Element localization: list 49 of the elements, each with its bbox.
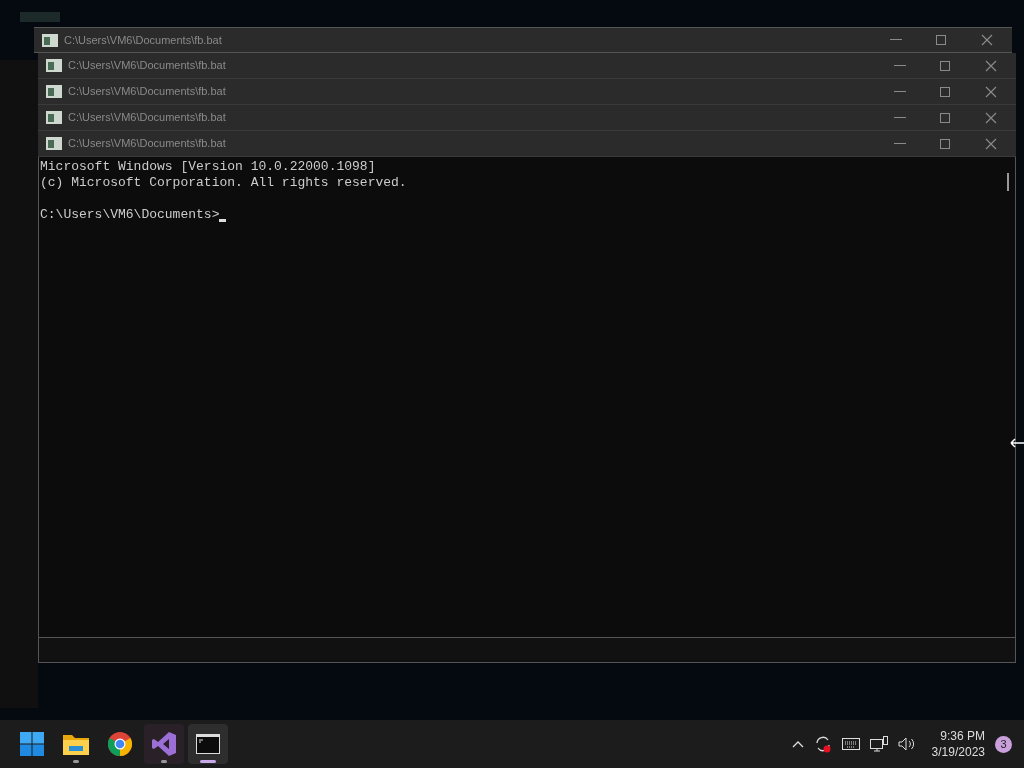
console-icon xyxy=(46,85,62,98)
maximize-icon xyxy=(940,86,950,97)
studio-icon xyxy=(152,732,176,756)
browser-icon xyxy=(108,732,132,756)
console-icon xyxy=(196,734,220,754)
windows-logo-icon xyxy=(20,732,44,756)
maximize-icon xyxy=(940,112,950,123)
close-icon xyxy=(985,85,997,98)
taskbar-app[interactable] xyxy=(188,724,228,764)
window-title: C:\Users\VM6\Documents\fb.bat xyxy=(68,58,226,74)
window-title: C:\Users\VM6\Documents\fb.bat xyxy=(68,110,226,126)
cursor-icon xyxy=(219,219,227,222)
console-icon xyxy=(46,111,62,124)
console-line: Microsoft Windows [Version 10.0.22000.1098] xyxy=(40,159,376,174)
console-icon xyxy=(42,33,58,47)
close-icon xyxy=(985,111,997,124)
network-icon[interactable] xyxy=(869,736,888,752)
keyboard-icon[interactable] xyxy=(841,738,860,750)
running-indicator xyxy=(161,760,167,763)
running-indicator xyxy=(73,760,79,763)
maximize-icon xyxy=(940,60,950,71)
console-icon xyxy=(46,59,62,72)
speaker-icon[interactable] xyxy=(897,737,916,751)
sync-icon[interactable] xyxy=(813,735,832,753)
close-icon xyxy=(981,34,993,46)
folder-icon xyxy=(63,733,89,755)
resize-cursor-icon xyxy=(1010,438,1024,448)
minimize-icon xyxy=(894,64,906,67)
minimize-icon xyxy=(894,142,906,145)
scrollbar-thumb[interactable] xyxy=(1007,173,1009,191)
window-title: C:\Users\VM6\Documents\fb.bat xyxy=(64,32,222,48)
background-window xyxy=(20,12,60,22)
console-line: (c) Microsoft Corporation. All rights reserved. xyxy=(40,175,407,190)
window-title: C:\Users\VM6\Documents\fb.bat xyxy=(68,84,226,100)
minimize-icon xyxy=(894,116,906,119)
clock-date[interactable]: 3/19/2023 xyxy=(931,744,985,760)
minimize-icon xyxy=(894,90,906,93)
running-indicator xyxy=(200,760,216,763)
clock-time[interactable]: 9:36 PM xyxy=(940,728,985,744)
notification-badge[interactable]: 3 xyxy=(995,735,1012,753)
close-icon xyxy=(985,59,997,72)
window-title: C:\Users\VM6\Documents\fb.bat xyxy=(68,136,226,152)
minimize-icon xyxy=(890,39,902,41)
console-icon xyxy=(46,137,62,150)
close-icon xyxy=(985,137,997,150)
maximize-icon xyxy=(936,35,946,45)
maximize-icon xyxy=(940,138,950,149)
chevron-up-icon[interactable] xyxy=(791,740,804,748)
console-prompt: C:\Users\VM6\Documents> xyxy=(40,207,220,223)
